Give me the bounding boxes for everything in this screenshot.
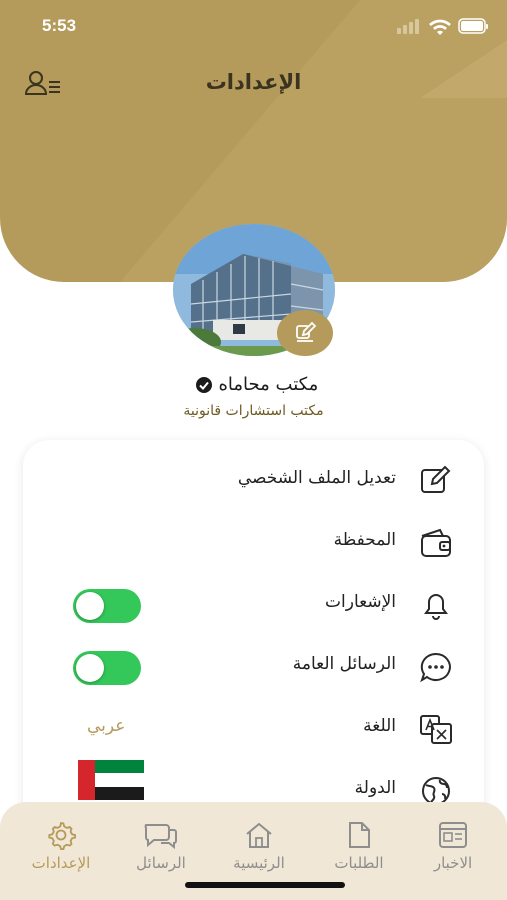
menu-item-notifications: الإشعارات xyxy=(23,574,484,636)
language-value[interactable]: عربي xyxy=(87,716,125,736)
menu-item-edit-profile[interactable]: تعديل الملف الشخصي xyxy=(23,450,484,512)
menu-label-wallet: المحفظة xyxy=(333,530,396,550)
tab-label-news: الاخبار xyxy=(433,854,473,872)
status-bar: 5:53 xyxy=(0,0,507,50)
home-indicator xyxy=(185,882,345,888)
menu-label-edit-profile: تعديل الملف الشخصي xyxy=(237,468,396,488)
battery-icon xyxy=(458,18,488,34)
signal-icon xyxy=(397,19,419,34)
public-messages-toggle[interactable] xyxy=(73,651,141,685)
tab-label-requests: الطلبات xyxy=(334,854,384,872)
menu-label-country: الدولة xyxy=(354,778,396,798)
menu-label-notifications: الإشعارات xyxy=(325,592,396,612)
menu-label-language: اللغة xyxy=(363,716,396,736)
status-time: 5:53 xyxy=(42,16,77,35)
document-icon xyxy=(349,822,370,848)
tab-requests[interactable]: الطلبات xyxy=(314,820,404,880)
uae-flag-icon[interactable] xyxy=(78,760,144,800)
tab-label-home: الرئيسية xyxy=(233,854,285,872)
user-list-icon[interactable] xyxy=(24,68,64,100)
tab-news[interactable]: الاخبار xyxy=(408,820,498,880)
tab-label-settings: الإعدادات xyxy=(31,854,91,872)
gear-icon xyxy=(48,821,76,850)
menu-item-language[interactable]: اللغة عربي xyxy=(23,698,484,760)
status-icons xyxy=(397,18,488,35)
chat-icon xyxy=(144,824,177,850)
bell-icon xyxy=(424,594,448,620)
tab-messages[interactable]: الرسائل xyxy=(116,820,206,880)
news-icon xyxy=(439,822,467,848)
wallet-icon xyxy=(421,528,451,557)
profile-subtitle: مكتب استشارات قانونية xyxy=(183,403,324,419)
toggle-knob xyxy=(76,592,104,620)
wifi-icon xyxy=(429,19,451,35)
tab-home[interactable]: الرئيسية xyxy=(214,820,304,880)
tab-settings[interactable]: الإعدادات xyxy=(16,820,106,880)
notifications-toggle[interactable] xyxy=(73,589,141,623)
menu-item-public-messages: الرسائل العامة xyxy=(23,636,484,698)
profile-avatar-group xyxy=(173,224,335,356)
translate-icon xyxy=(420,715,452,744)
chat-bubble-icon xyxy=(420,652,451,683)
menu-item-wallet[interactable]: المحفظة xyxy=(23,512,484,574)
toggle-knob xyxy=(76,654,104,682)
avatar-edit-button[interactable] xyxy=(277,310,333,356)
verified-check-icon xyxy=(195,377,212,393)
home-icon xyxy=(246,822,272,848)
settings-card: تعديل الملف الشخصي المحفظة الإشعارات الر… xyxy=(23,440,484,860)
menu-label-public-messages: الرسائل العامة xyxy=(292,654,396,674)
profile-name-text: مكتب محاماه xyxy=(218,374,319,395)
edit-profile-icon xyxy=(421,465,451,493)
pencil-edit-icon xyxy=(296,321,317,342)
profile-name: مكتب محاماه xyxy=(0,374,507,395)
page-title: الإعدادات xyxy=(205,70,302,94)
tab-label-messages: الرسائل xyxy=(136,854,186,872)
